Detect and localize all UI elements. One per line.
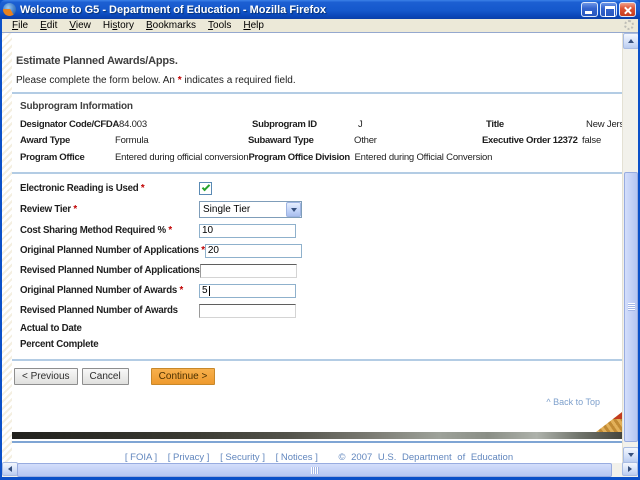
horizontal-scrollbar[interactable]	[2, 462, 638, 477]
section-divider	[12, 171, 622, 174]
table-row: Designator Code/CFDA 84.003 Subprogram I…	[20, 118, 622, 130]
menu-view[interactable]: View	[63, 20, 97, 31]
minimize-button[interactable]	[581, 2, 598, 17]
footer-rule	[12, 441, 622, 443]
form-row: Review Tier * Single Tier	[12, 199, 622, 221]
browser-window: Welcome to G5 - Department of Education …	[0, 0, 640, 480]
subprogram-info-table: Designator Code/CFDA 84.003 Subprogram I…	[12, 116, 622, 166]
required-asterisk: *	[179, 285, 183, 296]
page-background-texture	[2, 33, 12, 463]
titlebar: Welcome to G5 - Department of Education …	[0, 0, 640, 19]
original-awards-input[interactable]	[199, 283, 296, 298]
checkmark-icon	[201, 182, 211, 192]
form-row: Electronic Reading is Used *	[12, 179, 622, 199]
footer-photo-strip	[12, 432, 622, 439]
arrow-left-icon	[8, 466, 12, 472]
required-asterisk: *	[73, 204, 77, 215]
form-row: Revised Planned Number of Applications	[12, 261, 622, 281]
scroll-left-button[interactable]	[2, 462, 18, 476]
arrow-up-icon	[628, 39, 634, 43]
form-row: Revised Planned Number of Awards	[12, 301, 622, 321]
foia-link[interactable]: [ FOIA ]	[125, 452, 157, 463]
review-tier-select[interactable]: Single Tier	[199, 201, 302, 218]
cost-sharing-input[interactable]	[199, 223, 296, 238]
privacy-link[interactable]: [ Privacy ]	[168, 452, 210, 463]
security-link[interactable]: [ Security ]	[220, 452, 265, 463]
scroll-right-button[interactable]	[622, 462, 638, 476]
button-row: < Previous Cancel Continue >	[12, 367, 622, 385]
form-row: Cost Sharing Method Required % *	[12, 221, 622, 241]
required-asterisk: *	[168, 225, 172, 236]
scroll-up-button[interactable]	[623, 33, 638, 49]
page-title: Estimate Planned Awards/Apps.	[16, 55, 178, 67]
table-row: Program Office Entered during official c…	[20, 151, 493, 163]
text-cursor	[209, 285, 210, 296]
form-row: Original Planned Number of Awards *	[12, 281, 622, 301]
footer: [ FOIA ] [ Privacy ] [ Security ] [ Noti…	[12, 452, 622, 463]
menu-bookmarks[interactable]: Bookmarks	[140, 20, 202, 31]
firefox-icon	[3, 3, 16, 16]
form-row: Actual to Date	[20, 323, 82, 334]
back-to-top-link[interactable]: ^ Back to Top	[546, 397, 600, 407]
electronic-reading-checkbox[interactable]	[199, 182, 212, 195]
section-divider	[12, 92, 622, 94]
menu-edit[interactable]: Edit	[34, 20, 63, 31]
continue-button[interactable]: Continue >	[150, 367, 216, 385]
notices-link[interactable]: [ Notices ]	[276, 452, 318, 463]
table-row: Award Type Formula Subaward Type Other E…	[20, 135, 602, 147]
cancel-button[interactable]: Cancel	[81, 367, 129, 385]
menu-file[interactable]: File	[6, 20, 34, 31]
menu-tools[interactable]: Tools	[202, 20, 237, 31]
scroll-down-button[interactable]	[623, 447, 638, 463]
throbber-icon	[624, 20, 634, 30]
browser-viewport: Estimate Planned Awards/Apps. Please com…	[2, 32, 638, 463]
close-button[interactable]	[619, 2, 636, 17]
menu-help[interactable]: Help	[237, 20, 270, 31]
page-content: Estimate Planned Awards/Apps. Please com…	[12, 33, 622, 463]
revised-awards-input[interactable]	[199, 303, 296, 318]
section-divider	[12, 358, 622, 361]
copyright-text: © 2007 U.S. Department of Education	[338, 452, 514, 463]
form-row: Original Planned Number of Applications …	[12, 241, 622, 261]
estimate-form: Electronic Reading is Used * Review Tier…	[12, 179, 622, 353]
revised-applications-input[interactable]	[199, 263, 297, 278]
vertical-scrollbar[interactable]	[622, 33, 638, 463]
window-title: Welcome to G5 - Department of Education …	[20, 3, 326, 16]
chevron-down-icon	[290, 207, 297, 212]
arrow-right-icon	[628, 466, 632, 472]
vertical-scrollbar-thumb[interactable]	[624, 172, 638, 442]
dropdown-button[interactable]	[286, 202, 301, 217]
menu-history[interactable]: History	[97, 20, 140, 31]
menu-bar: File Edit View History Bookmarks Tools H…	[2, 19, 638, 32]
original-applications-input[interactable]	[204, 243, 302, 258]
arrow-down-icon	[628, 453, 634, 457]
dune-image	[596, 412, 622, 432]
section-title: Subprogram Information	[20, 101, 133, 112]
restore-button[interactable]	[600, 2, 617, 17]
previous-button[interactable]: < Previous	[14, 367, 78, 385]
form-row: Percent Complete	[20, 339, 99, 350]
form-instructions: Please complete the form below. An * ind…	[16, 75, 296, 86]
horizontal-scrollbar-thumb[interactable]	[17, 463, 612, 477]
required-asterisk: *	[140, 183, 145, 194]
